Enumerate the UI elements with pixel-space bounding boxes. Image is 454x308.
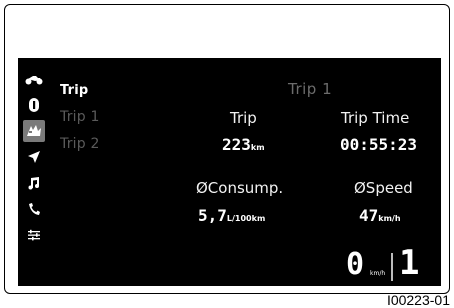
consumption-value: 5,7L/100km bbox=[198, 206, 266, 225]
figure-code: I00223-01 bbox=[386, 292, 450, 308]
consumption-label: ØConsump. bbox=[196, 179, 284, 197]
speed-label: ØSpeed bbox=[354, 179, 413, 197]
tft-display: Trip Trip 1 Trip 2 Trip 1 Trip 223km Tri… bbox=[18, 58, 441, 286]
trip-label: Trip bbox=[230, 109, 257, 127]
phone-icon[interactable] bbox=[23, 198, 45, 220]
settings-icon[interactable] bbox=[23, 224, 45, 246]
music-icon[interactable] bbox=[23, 172, 45, 194]
gear-indicator: 1 bbox=[399, 243, 420, 283]
status-divider bbox=[391, 253, 393, 281]
menu-item-trip-2[interactable]: Trip 2 bbox=[60, 136, 100, 152]
navigation-icon[interactable] bbox=[23, 146, 45, 168]
trip-time-label: Trip Time bbox=[341, 109, 410, 127]
menu-item-trip-1[interactable]: Trip 1 bbox=[60, 109, 100, 125]
trip-icon[interactable] bbox=[23, 120, 45, 142]
panel-title: Trip 1 bbox=[288, 80, 333, 98]
current-speed-unit: km/h bbox=[370, 270, 386, 277]
info-icon[interactable] bbox=[23, 94, 45, 116]
trip-value: 223km bbox=[222, 135, 265, 154]
trip-time-value: 00:55:23 bbox=[340, 135, 418, 154]
speed-value: 47km/h bbox=[359, 206, 401, 225]
motorcycle-icon[interactable] bbox=[23, 68, 45, 90]
menu-item-trip[interactable]: Trip bbox=[60, 83, 88, 98]
current-speed: 0 bbox=[346, 247, 365, 282]
